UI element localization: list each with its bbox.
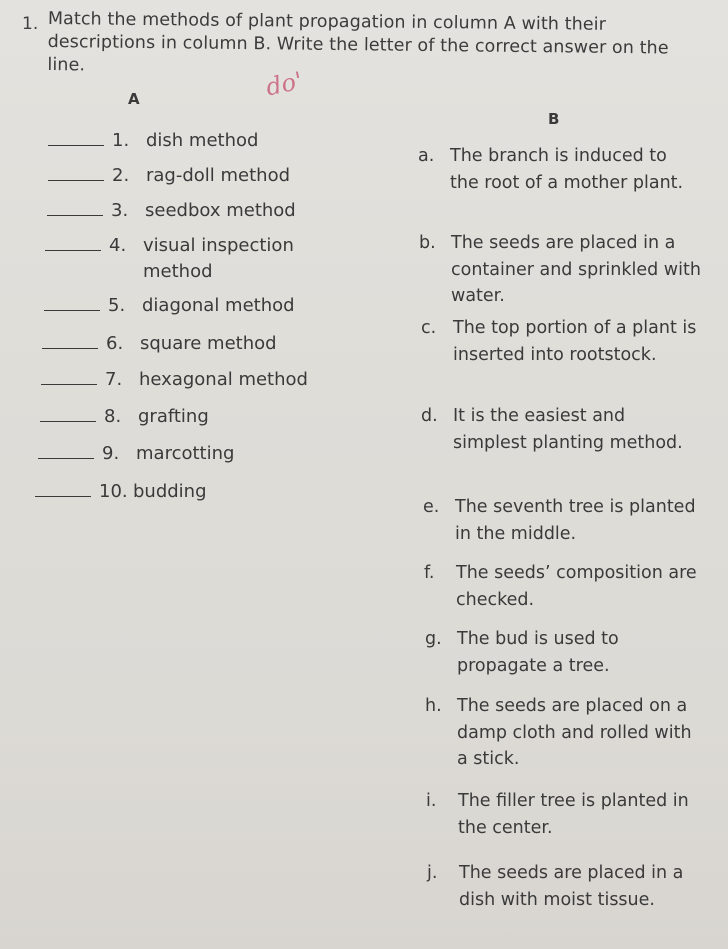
question-number: 1. <box>22 14 39 34</box>
item-description: The top portion of a plant is inserted i… <box>453 318 697 365</box>
item-description: The bud is used to propagate a tree. <box>457 629 619 676</box>
item-text: rag-doll method <box>146 165 291 186</box>
item-number: 3. <box>111 200 129 221</box>
item-description: It is the easiest and simplest planting … <box>453 406 683 453</box>
column-a-item: 2. rag-doll method <box>48 163 290 189</box>
item-text-continued: method <box>143 261 213 282</box>
column-b-item: c. The top portion of a plant is inserte… <box>421 315 703 368</box>
item-description: The seeds are placed in a container and … <box>451 233 701 306</box>
column-a-item: 3. seedbox method <box>47 198 296 224</box>
item-number: 6. <box>106 333 124 354</box>
column-b-item: g. The bud is used to propagate a tree. <box>425 626 707 679</box>
column-a-item: 1. dish method <box>48 128 258 154</box>
item-number: 5. <box>108 295 126 316</box>
item-text: square method <box>140 333 277 354</box>
column-b-item: h. The seeds are placed on a damp cloth … <box>425 693 707 773</box>
answer-blank[interactable] <box>38 457 94 459</box>
column-b-item: j. The seeds are placed in a dish with m… <box>427 860 709 913</box>
column-b-item: f. The seeds’ composition are checked. <box>424 560 706 613</box>
item-number: 9. <box>102 443 120 464</box>
item-description: The seeds’ composition are checked. <box>456 563 697 610</box>
column-b-item: i. The filler tree is planted in the cen… <box>426 788 708 841</box>
answer-blank[interactable] <box>45 249 101 251</box>
column-a-item: 8. grafting <box>40 404 209 430</box>
answer-blank[interactable] <box>47 214 103 216</box>
item-text: visual inspection <box>143 235 294 256</box>
item-text: grafting <box>138 406 209 427</box>
handwritten-mark: do' <box>263 66 305 102</box>
item-letter: d. <box>421 406 438 426</box>
column-a-item: 5. diagonal method <box>44 293 295 319</box>
item-text: seedbox method <box>145 200 296 221</box>
column-b-item: e. The seventh tree is planted in the mi… <box>423 494 705 547</box>
item-letter: j. <box>427 863 438 883</box>
column-a-item: 9. marcotting <box>38 441 234 467</box>
item-letter: b. <box>419 233 436 253</box>
column-a-item: 10. budding <box>35 479 207 505</box>
item-text: dish method <box>146 130 259 151</box>
item-number: 2. <box>112 165 130 186</box>
question-instructions: Match the methods of plant propagation i… <box>47 8 669 76</box>
column-a-heading: A <box>128 90 140 108</box>
answer-blank[interactable] <box>48 179 104 181</box>
column-a-item: 6. square method <box>42 331 277 357</box>
item-description: The branch is induced to the root of a m… <box>450 146 684 193</box>
item-number: 1. <box>112 130 130 151</box>
column-b-item: b. The seeds are placed in a container a… <box>419 230 701 310</box>
item-letter: a. <box>418 146 435 166</box>
item-number: 8. <box>104 406 122 427</box>
item-text: hexagonal method <box>139 369 308 390</box>
item-letter: f. <box>424 563 435 583</box>
column-a-item: 7. hexagonal method <box>41 367 308 393</box>
answer-blank[interactable] <box>40 420 96 422</box>
item-description: The seeds are placed in a dish with mois… <box>459 863 684 910</box>
item-number: 7. <box>105 369 123 390</box>
column-b-heading: B <box>548 110 560 128</box>
item-description: The seeds are placed on a damp cloth and… <box>457 696 692 769</box>
item-letter: h. <box>425 696 442 716</box>
item-number: 10. <box>99 481 128 502</box>
item-number: 4. <box>109 235 127 256</box>
answer-blank[interactable] <box>35 495 91 497</box>
item-text: diagonal method <box>142 295 295 316</box>
item-text: marcotting <box>136 443 235 464</box>
column-b-item: a. The branch is induced to the root of … <box>418 143 700 196</box>
item-description: The seventh tree is planted in the middl… <box>455 497 696 544</box>
item-letter: g. <box>425 629 442 649</box>
answer-blank[interactable] <box>48 144 104 146</box>
item-letter: i. <box>426 791 437 811</box>
item-letter: c. <box>421 318 437 338</box>
item-text: budding <box>133 481 207 502</box>
worksheet-page: 1. Match the methods of plant propagatio… <box>0 0 728 949</box>
answer-blank[interactable] <box>44 309 100 311</box>
item-letter: e. <box>423 497 440 517</box>
column-b-item: d. It is the easiest and simplest planti… <box>421 403 703 456</box>
answer-blank[interactable] <box>42 347 98 349</box>
item-description: The filler tree is planted in the center… <box>458 791 689 838</box>
column-a-item: 4. visual inspection method <box>45 233 294 285</box>
answer-blank[interactable] <box>41 383 97 385</box>
